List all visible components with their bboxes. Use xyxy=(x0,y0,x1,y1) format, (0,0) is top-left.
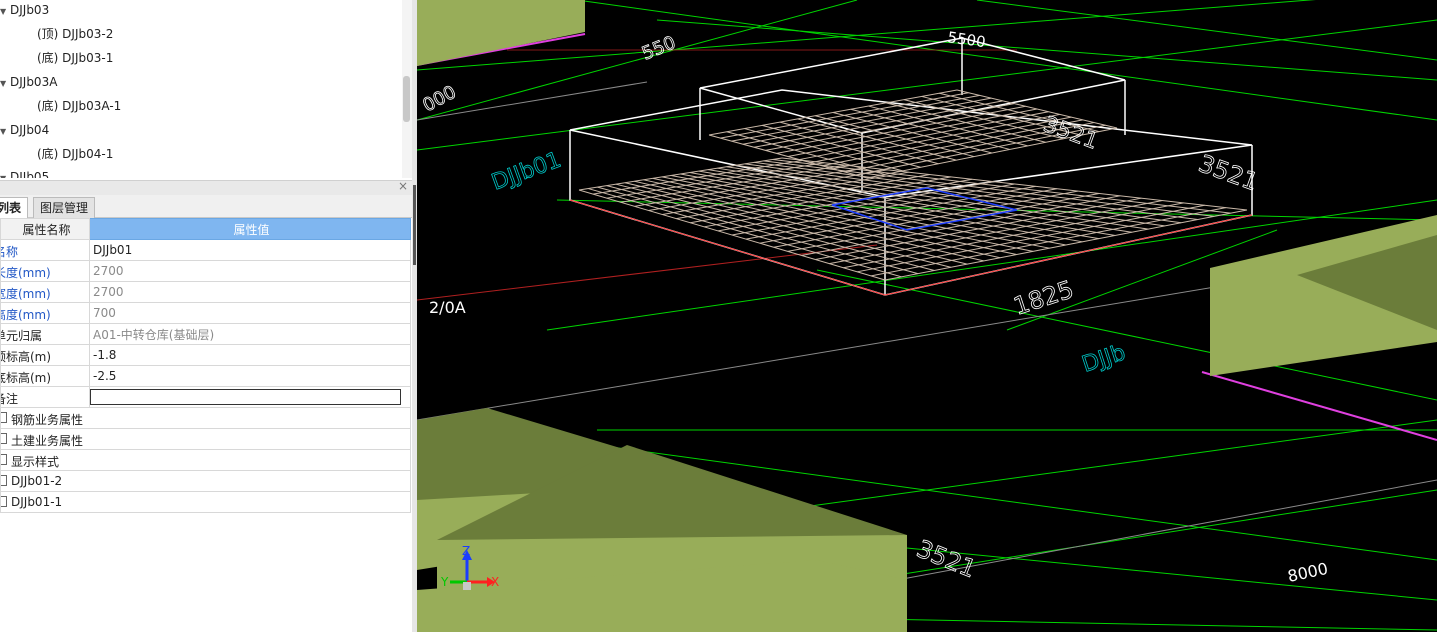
scrollbar-thumb[interactable] xyxy=(403,76,410,122)
remark-input[interactable] xyxy=(90,389,401,405)
collapse-arrow-icon[interactable]: ▼ xyxy=(0,2,10,22)
property-name: 备注 xyxy=(2,392,19,406)
tree-node[interactable]: ▼ DJJb03A xyxy=(0,72,57,92)
property-name: 底标高(m) xyxy=(2,371,52,385)
property-grid: 属性名称 属性值 名称DJJb01 长度(mm)2700 宽度(mm)2700 … xyxy=(0,218,411,513)
dimension-label: 3521 xyxy=(1040,112,1101,155)
tree-node[interactable]: ▼DJJb05 xyxy=(0,167,49,178)
group-label: DJJb01-1 xyxy=(11,495,63,509)
dimension-label: 5500 xyxy=(946,28,986,51)
property-name: 名称 xyxy=(2,245,19,259)
close-icon[interactable]: × xyxy=(398,179,408,193)
model-scene[interactable]: 5500 550 000 1825 8000 3521 3521 2/0A DJ… xyxy=(417,0,1437,632)
property-name: 宽度(mm) xyxy=(2,287,51,301)
collapse-arrow-icon[interactable]: ▼ xyxy=(0,122,10,142)
tree-node[interactable]: ▼ DJJb04 xyxy=(0,120,49,140)
axis-x-label: X xyxy=(491,575,499,589)
group-label: 土建业务属性 xyxy=(11,434,84,448)
expand-checkbox[interactable] xyxy=(1,475,7,486)
column-header-value: 属性值 xyxy=(89,218,411,240)
property-name: 长度(mm) xyxy=(2,266,51,280)
table-row[interactable]: 名称 DJJb01 xyxy=(0,239,411,261)
tree-leaf[interactable]: (底) DJJb03-1 xyxy=(37,48,113,68)
group-label: 钢筋业务属性 xyxy=(11,413,84,427)
rebar-line xyxy=(787,108,1038,157)
component-label: DJJb01 xyxy=(489,148,565,196)
column-header-name: 属性名称 xyxy=(0,218,90,240)
table-row[interactable]: 底标高(m) -2.5 xyxy=(0,365,411,387)
table-row[interactable]: 钢筋业务属性 xyxy=(0,407,411,429)
expand-checkbox[interactable] xyxy=(1,496,7,507)
left-panel: ▼ DJJb03 (顶) DJJb03-2 (底) DJJb03-1 ▼ DJJb0… xyxy=(0,0,412,632)
rebar-line xyxy=(884,209,1248,281)
property-value[interactable]: DJJb01 xyxy=(89,239,411,261)
3d-viewport[interactable]: 5500 550 000 1825 8000 3521 3521 2/0A DJ… xyxy=(417,0,1437,632)
foundation-slab[interactable] xyxy=(417,0,585,66)
collapse-arrow-icon[interactable]: ▼ xyxy=(0,74,10,94)
dimension-label: 1825 xyxy=(1010,275,1077,321)
property-name: 高度(mm) xyxy=(2,308,51,322)
table-row[interactable]: 备注 xyxy=(0,386,411,408)
table-row[interactable]: 宽度(mm) 2700 xyxy=(0,281,411,303)
rebar-line xyxy=(754,161,1198,221)
expand-checkbox[interactable] xyxy=(1,433,7,444)
table-row[interactable]: 土建业务属性 xyxy=(0,428,411,450)
group-label: DJJb01-2 xyxy=(11,474,63,488)
tree-leaf[interactable]: (顶) DJJb03-2 xyxy=(37,24,113,44)
rebar-line xyxy=(857,204,1205,273)
property-value[interactable]: -1.8 xyxy=(89,344,411,366)
tree-node[interactable]: ▼ DJJb03 xyxy=(0,0,49,20)
component-tree: ▼ DJJb03 (顶) DJJb03-2 (底) DJJb03-1 ▼ DJJb0… xyxy=(0,0,400,178)
dimension-label: 550 xyxy=(639,32,679,64)
table-row[interactable]: 顶标高(m) -1.8 xyxy=(0,344,411,366)
tab-list[interactable]: 列表 xyxy=(0,197,29,218)
grid-header: 属性名称 属性值 xyxy=(0,218,411,240)
dimension-label: 000 xyxy=(419,82,459,117)
axis-y-label: Y xyxy=(440,575,449,589)
component-label: DJJb xyxy=(1079,340,1128,377)
table-row[interactable]: 长度(mm) 2700 xyxy=(0,260,411,282)
rebar-mesh xyxy=(578,89,1248,281)
footing-wireframe[interactable] xyxy=(569,37,1253,296)
table-row[interactable]: 显示样式 xyxy=(0,449,411,471)
property-value[interactable]: 2700 xyxy=(89,260,411,282)
tree-leaf[interactable]: (底) DJJb04-1 xyxy=(37,144,113,164)
property-value[interactable]: 700 xyxy=(89,302,411,324)
tab-layer-management[interactable]: 图层管理 xyxy=(33,197,96,218)
group-label: 显示样式 xyxy=(11,455,60,469)
panel-tabs: 列表 图层管理 xyxy=(0,195,412,218)
table-row[interactable]: DJJb01-1 xyxy=(0,491,411,513)
property-value[interactable]: 2700 xyxy=(89,281,411,303)
rebar-line xyxy=(810,113,1060,164)
property-value[interactable]: A01-中转仓库(基础层) xyxy=(89,323,411,345)
property-name: 单元归属 xyxy=(2,329,43,343)
rebar-line xyxy=(821,116,1072,167)
property-value[interactable]: -2.5 xyxy=(89,365,411,387)
dimension-label: 8000 xyxy=(1286,559,1330,586)
axis-label: 2/0A xyxy=(429,298,466,317)
expand-checkbox[interactable] xyxy=(1,412,7,423)
tree-leaf[interactable]: (底) DJJb03A-1 xyxy=(37,96,121,116)
collapse-arrow-icon[interactable]: ▼ xyxy=(0,169,10,178)
property-name: 顶标高(m) xyxy=(2,350,52,364)
rebar-line xyxy=(870,207,1226,277)
tree-scrollbar[interactable] xyxy=(402,0,412,178)
axis-z-label: Z xyxy=(462,544,470,558)
dimension-label: 3521 xyxy=(913,535,980,584)
panel-titlebar: × xyxy=(0,179,412,195)
table-row[interactable]: DJJb01-2 xyxy=(0,470,411,492)
table-row[interactable]: 单元归属 A01-中转仓库(基础层) xyxy=(0,323,411,345)
splitter-grip[interactable] xyxy=(413,185,416,265)
expand-checkbox[interactable] xyxy=(1,454,7,465)
rebar-line xyxy=(799,111,1049,161)
table-row[interactable]: 高度(mm) 700 xyxy=(0,302,411,324)
rebar-line xyxy=(843,202,1184,269)
